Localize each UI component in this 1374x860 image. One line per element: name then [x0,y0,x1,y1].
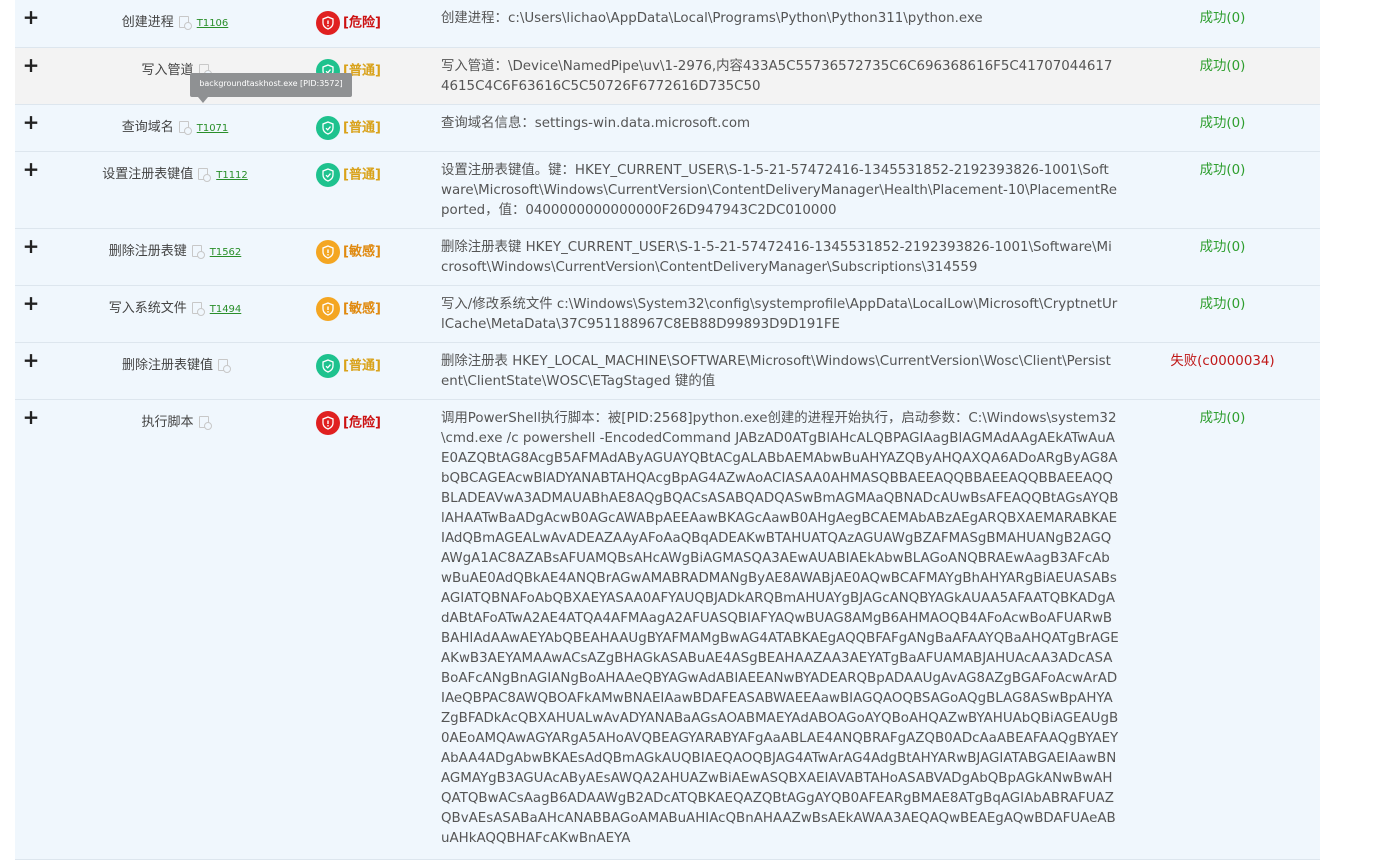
table-row[interactable]: + 删除注册表键值 [普通] 删除注册表 HKEY_LOCAL_MACHINE\SOF… [15,343,1320,400]
result-status: 成功(0) [1199,116,1246,131]
event-name-cell: 写入系统文件 T1494 [55,297,295,316]
event-name: 删除注册表键值 [121,358,213,373]
event-description: 设置注册表键值。键：HKEY_CURRENT_USER\S-1-5-21-574… [441,163,1117,218]
event-description: 写入管道：\Device\NamedPipe\uv\1-2976,内容433A5… [441,59,1113,94]
event-name-cell: 执行脚本 [55,411,295,430]
technique-id-link[interactable]: T1106 [197,18,229,29]
technique-id-link[interactable]: T1562 [210,247,242,258]
process-tooltip: backgroundtaskhost.exe [PID:3572] [190,73,352,103]
event-name: 写入管道 [141,63,194,78]
event-name-cell: 查询域名 T1071 [55,116,295,135]
risk-level-cell: [危险] [316,11,381,35]
event-description: 写入/修改系统文件 c:\Windows\System32\config\sys… [441,297,1118,332]
risk-level-label: [普通] [343,167,381,183]
document-search-icon[interactable] [198,168,212,182]
table-row[interactable]: + 写入系统文件 T1494 [敏感] 写入/修改系统文件 c:\Windows\Sys… [15,286,1320,343]
event-name: 删除注册表键 [108,244,187,259]
shield-icon [316,11,340,35]
document-search-icon[interactable] [218,359,231,373]
shield-check-icon [316,354,340,378]
event-name: 设置注册表键值 [102,167,194,182]
event-name: 执行脚本 [141,415,194,430]
expand-row-button[interactable]: + [22,293,40,313]
event-description: 删除注册表 HKEY_LOCAL_MACHINE\SOFTWARE\Micros… [441,354,1111,389]
risk-level-cell: [普通] [316,116,381,140]
table-row[interactable]: + 删除注册表键 T1562 [敏感] 删除注册表键 HKEY_CURRENT_USER… [15,229,1320,286]
risk-level-label: [敏感] [343,301,381,317]
document-search-icon[interactable] [178,16,192,30]
table-row[interactable]: + 设置注册表键值 T1112 [普通] 设置注册表键值。键：HKEY_CURRENT_… [15,152,1320,229]
risk-level-label: [危险] [343,415,381,431]
document-search-icon[interactable] [191,245,205,259]
event-name-cell: 删除注册表键 T1562 [55,240,295,259]
risk-level-label: [普通] [343,358,381,374]
expand-row-button[interactable]: + [22,159,40,179]
risk-level-cell: [敏感] [316,297,381,321]
technique-id-link[interactable]: T1494 [210,304,242,315]
expand-row-button[interactable]: + [22,7,40,27]
result-status: 成功(0) [1199,297,1246,312]
risk-level-cell: [普通] [316,354,381,378]
event-description: 查询域名信息：settings-win.data.microsoft.com [441,116,751,131]
result-status: 成功(0) [1199,411,1246,426]
document-search-icon[interactable] [191,302,205,316]
table-row[interactable]: + 执行脚本 [危险] 调用PowerShell执行脚本：被[PID:2568]pyt… [15,400,1320,860]
risk-level-cell: [普通] [316,163,381,187]
event-description: 调用PowerShell执行脚本：被[PID:2568]python.exe创建… [441,411,1119,846]
result-status: 成功(0) [1199,59,1246,74]
result-status: 成功(0) [1199,11,1246,26]
shield-check-icon [316,116,340,140]
event-name-cell: 设置注册表键值 T1112 [55,163,295,182]
expand-row-button[interactable]: + [22,407,40,427]
shield-alert-icon [316,297,340,321]
event-description: 删除注册表键 HKEY_CURRENT_USER\S-1-5-21-574724… [441,240,1112,275]
result-status: 失败(c0000034) [1170,354,1275,369]
table-row[interactable]: + 创建进程 T1106 [危险] 创建进程：c:\Users\lichao\AppDa… [15,0,1320,48]
document-search-icon[interactable] [178,121,192,135]
risk-level-label: [敏感] [343,244,381,260]
event-name-cell: 创建进程 T1106 [55,11,295,30]
shield-icon [316,411,340,435]
event-name: 写入系统文件 [108,301,187,316]
event-name-cell: 删除注册表键值 [55,354,295,373]
shield-check-icon [316,163,340,187]
result-status: 成功(0) [1199,240,1246,255]
expand-row-button[interactable]: + [22,236,40,256]
expand-row-button[interactable]: + [22,350,40,370]
technique-id-link[interactable]: T1112 [216,170,248,181]
risk-level-label: [普通] [343,120,381,136]
expand-row-button[interactable]: + [22,55,40,75]
risk-level-cell: [危险] [316,411,381,435]
document-search-icon[interactable] [198,416,212,430]
table-row[interactable]: + 查询域名 T1071 [普通] 查询域名信息：settings-win.data.m… [15,105,1320,152]
event-name: 查询域名 [121,120,174,135]
risk-level-cell: [敏感] [316,240,381,264]
result-status: 成功(0) [1199,163,1246,178]
risk-level-label: [危险] [343,15,381,31]
event-name: 创建进程 [121,15,174,30]
technique-id-link[interactable]: T1071 [197,123,229,134]
expand-row-button[interactable]: + [22,112,40,132]
shield-alert-icon [316,240,340,264]
event-description: 创建进程：c:\Users\lichao\AppData\Local\Progr… [441,11,983,26]
